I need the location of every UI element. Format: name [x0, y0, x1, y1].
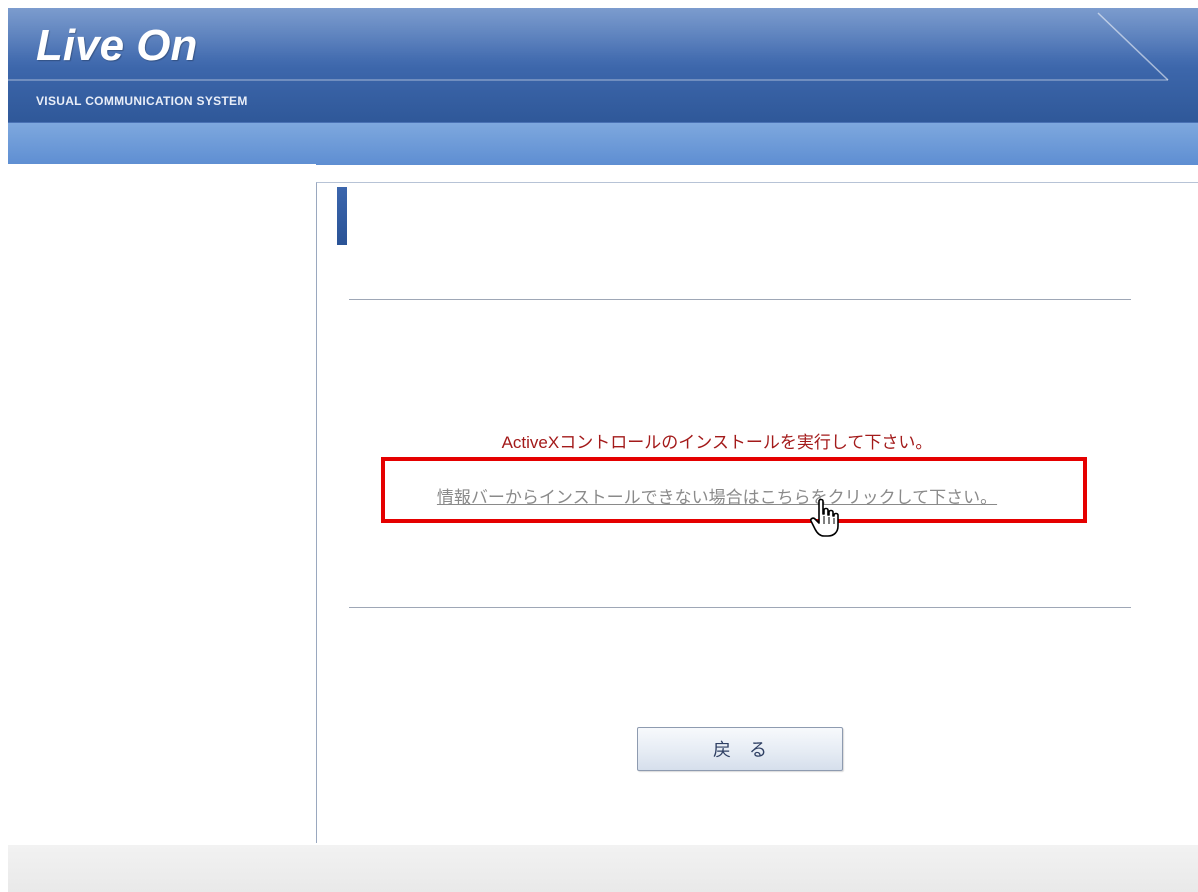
tagline: VISUAL COMMUNICATION SYSTEM	[36, 94, 248, 108]
divider-top	[349, 299, 1131, 300]
left-column	[8, 164, 316, 840]
manual-install-link[interactable]: 情報バーからインストールできない場合はこちらをクリックして下さい。	[317, 483, 1117, 508]
app-header: Live On VISUAL COMMUNICATION SYSTEM	[8, 8, 1198, 122]
section-title-marker	[337, 187, 347, 245]
nav-bar	[8, 122, 1198, 165]
divider-bottom	[349, 607, 1131, 608]
footer-bar	[8, 845, 1198, 892]
content-panel: ActiveXコントロールのインストールを実行して下さい。 情報バーからインスト…	[316, 182, 1198, 843]
logo: Live On	[36, 21, 198, 70]
back-button[interactable]: 戻る	[637, 727, 843, 771]
install-instruction: ActiveXコントロールのインストールを実行して下さい。	[501, 433, 933, 452]
hand-pointer-cursor-icon	[810, 498, 839, 537]
